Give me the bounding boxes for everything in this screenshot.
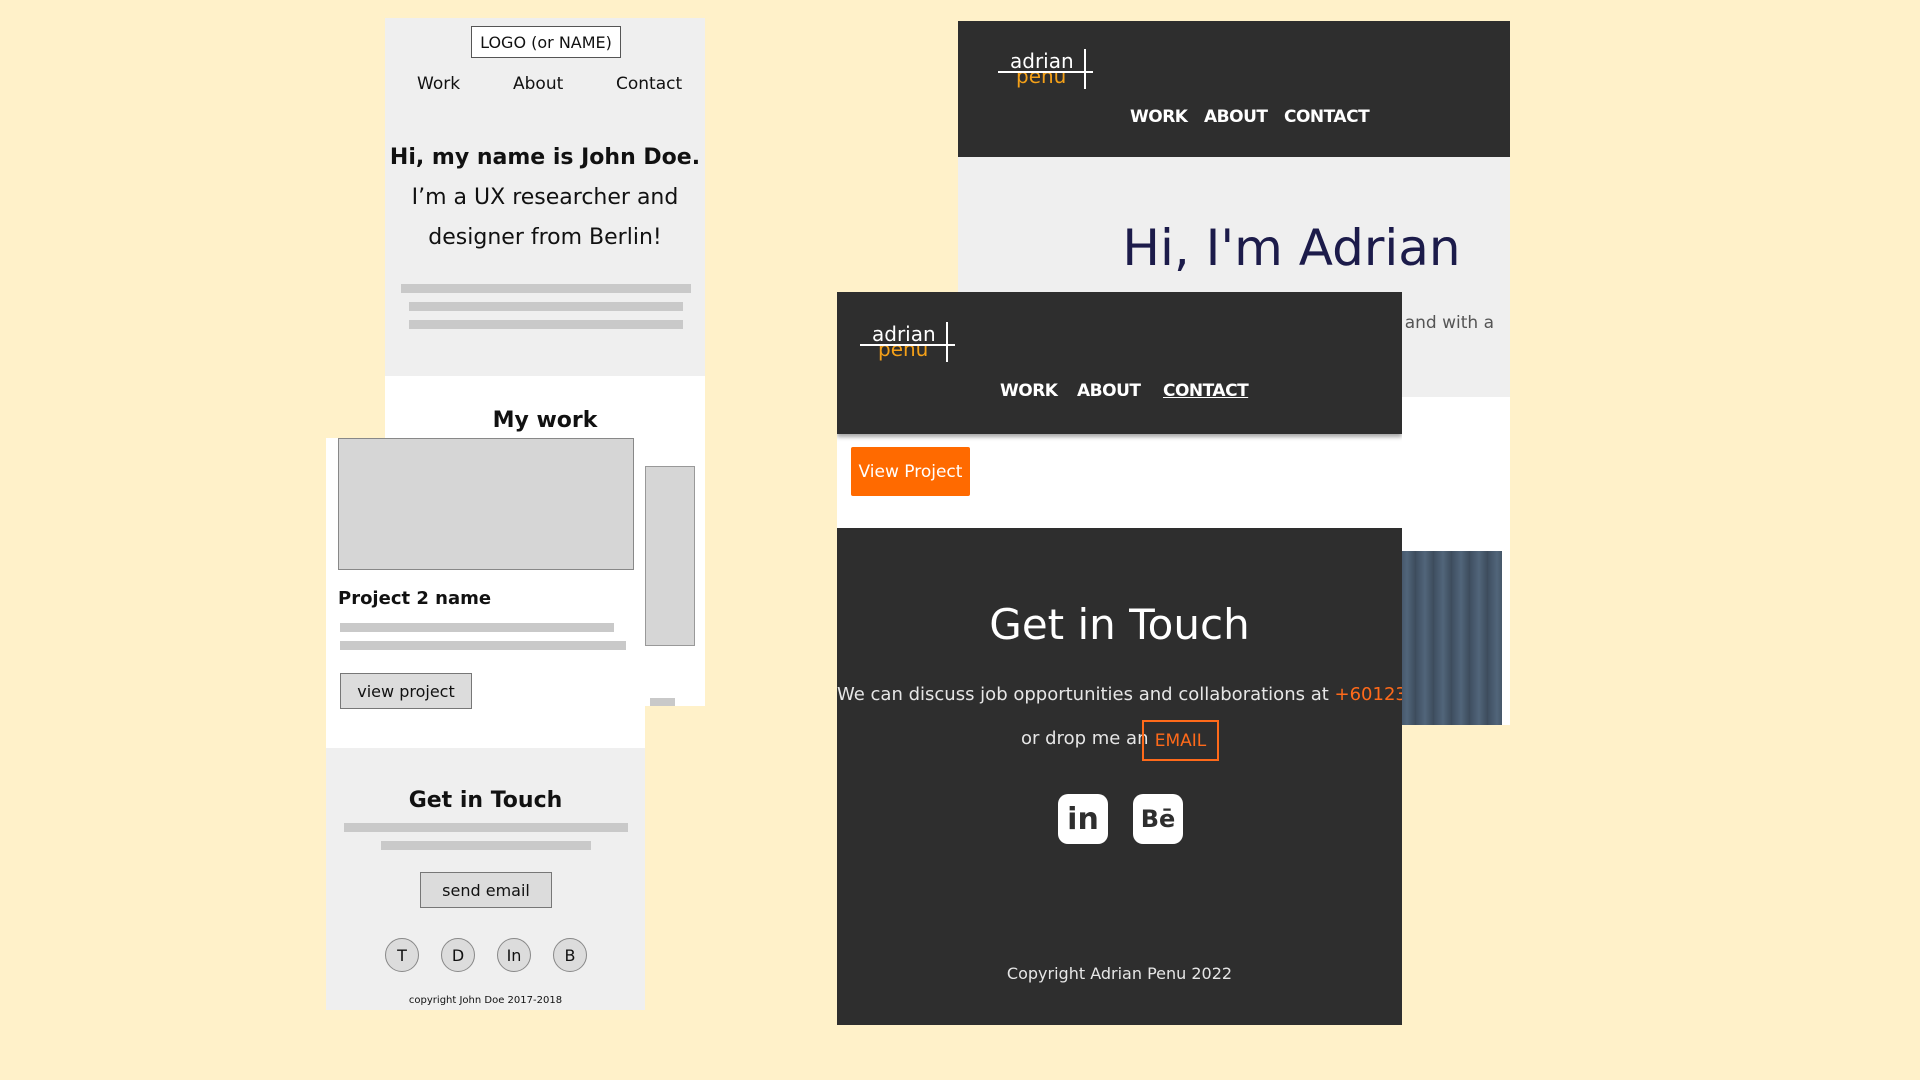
contact-section: Get in Touch We can discuss job opportun… <box>837 528 1402 1025</box>
wireframe-nav-about[interactable]: About <box>513 74 563 94</box>
wireframe-project-name: Project 2 name <box>338 588 492 609</box>
site-hero-title: Hi, I'm Adrian <box>1122 219 1461 277</box>
placeholder-text-bar <box>340 623 614 632</box>
view-project-button[interactable]: View Project <box>851 447 970 496</box>
site-hero-subtitle: g and with a <box>1388 313 1494 333</box>
site-nav-about[interactable]: ABOUT <box>1077 381 1141 401</box>
get-in-touch-heading: Get in Touch <box>989 600 1250 649</box>
wireframe-hero-line3: designer from Berlin! <box>428 225 662 250</box>
placeholder-text-bar <box>650 698 675 706</box>
phone-link[interactable]: +60123021691 <box>1335 684 1402 705</box>
site-nav-contact[interactable]: CONTACT <box>1163 381 1249 401</box>
site-contact-screenshot: adrian penu WORK ABOUT CONTACT View Proj… <box>837 292 1402 1025</box>
site-header: adrian penu WORK ABOUT CONTACT <box>837 292 1402 434</box>
wireframe-hero-line2: I’m a UX researcher and <box>411 185 679 210</box>
email-button[interactable]: EMAIL <box>1142 720 1219 761</box>
linkedin-icon[interactable]: in <box>1058 794 1108 844</box>
logo-line-vertical <box>946 322 948 362</box>
wireframe-project-image <box>338 438 634 570</box>
project-photo <box>1398 551 1502 725</box>
logo-line-horizontal <box>860 344 955 346</box>
wireframe-hero-text: Hi, my name is John Doe. I’m a UX resear… <box>385 138 705 258</box>
drop-text: or drop me an <box>1021 728 1149 749</box>
site-nav-contact[interactable]: CONTACT <box>1284 107 1370 127</box>
site-logo[interactable]: adrian penu <box>998 49 1098 93</box>
site-nav-about[interactable]: ABOUT <box>1204 107 1268 127</box>
wireframe-project-image <box>645 466 695 646</box>
logo-line-horizontal <box>998 71 1093 73</box>
site-nav-work[interactable]: WORK <box>1130 107 1188 127</box>
wireframe-nav-work[interactable]: Work <box>417 74 460 94</box>
placeholder-text-bar <box>401 284 691 293</box>
placeholder-text-bar <box>409 320 683 329</box>
wireframe-logo[interactable]: LOGO (or NAME) <box>471 26 621 58</box>
wireframe-social-b[interactable]: B <box>553 938 587 972</box>
wireframe-send-email-button[interactable]: send email <box>420 872 552 908</box>
placeholder-text-bar <box>381 841 591 850</box>
placeholder-text-bar <box>340 641 626 650</box>
wireframe-nav-contact[interactable]: Contact <box>616 74 682 94</box>
behance-icon[interactable]: Bē <box>1133 794 1183 844</box>
wireframe-hero-bold: Hi, my name is John Doe. <box>389 145 701 170</box>
logo-text-penu: penu <box>878 337 929 361</box>
contact-text-prefix: We can discuss job opportunities and col… <box>837 684 1335 705</box>
wireframe-social-d[interactable]: D <box>441 938 475 972</box>
contact-text: We can discuss job opportunities and col… <box>837 684 1402 705</box>
site-copyright: Copyright Adrian Penu 2022 <box>1006 964 1233 983</box>
wireframe-home-bottom: Project 2 name view project Get in Touch… <box>326 438 645 1010</box>
placeholder-text-bar <box>409 302 683 311</box>
wireframe-hero-section: LOGO (or NAME) Work About Contact Hi, my… <box>385 18 705 376</box>
logo-text-penu: penu <box>1016 64 1067 88</box>
site-nav-work[interactable]: WORK <box>1000 381 1058 401</box>
wireframe-social-in[interactable]: In <box>497 938 531 972</box>
wireframe-view-project-button[interactable]: view project <box>340 673 472 709</box>
wireframe-work-heading: My work <box>492 408 598 433</box>
wireframe-copyright: copyright John Doe 2017-2018 <box>408 995 563 1006</box>
wireframe-get-in-touch-heading: Get in Touch <box>408 788 563 813</box>
wireframe-footer: Get in Touch send email T D In B copyrig… <box>326 748 645 1010</box>
placeholder-text-bar <box>344 823 628 832</box>
logo-line-vertical <box>1084 49 1086 89</box>
site-logo[interactable]: adrian penu <box>860 322 960 366</box>
site-header: adrian penu WORK ABOUT CONTACT <box>958 21 1510 157</box>
wireframe-social-t[interactable]: T <box>385 938 419 972</box>
